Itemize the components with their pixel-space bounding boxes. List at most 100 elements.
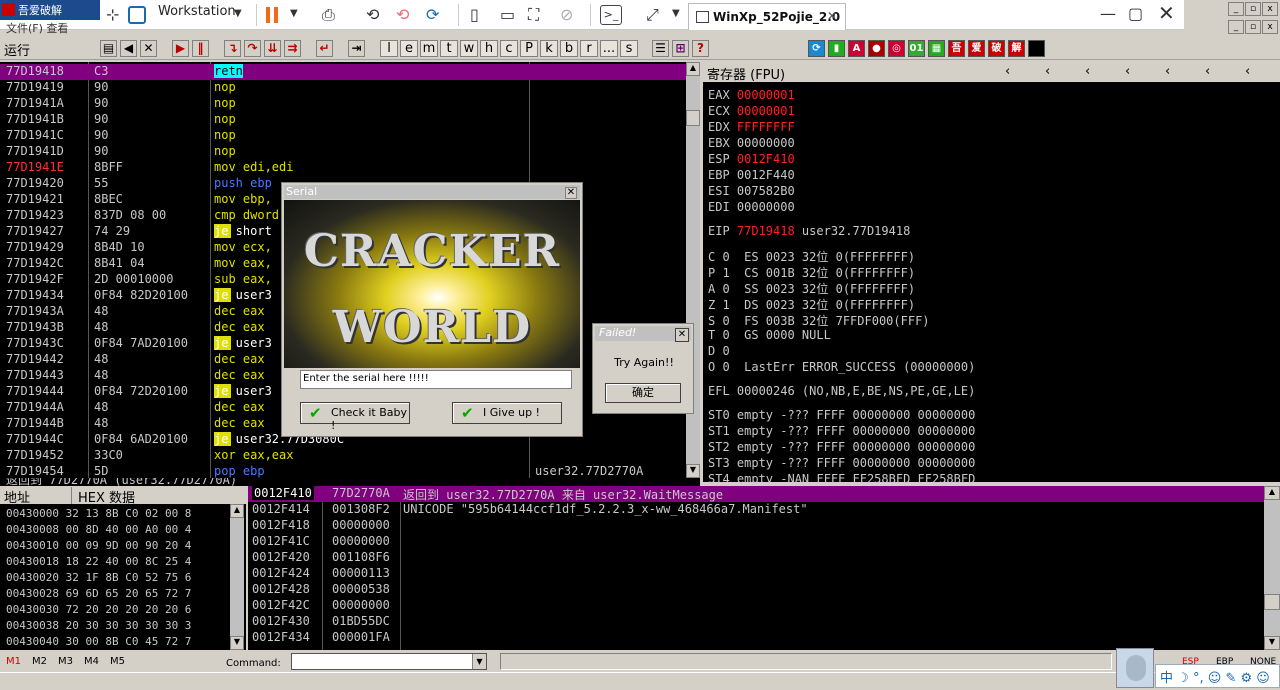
- dump-row[interactable]: 00430038 20 30 30 30 30 30 3: [6, 619, 191, 632]
- patches-button[interactable]: P: [520, 40, 538, 57]
- target-icon[interactable]: ◎: [888, 40, 905, 57]
- disasm-row[interactable]: 77D1941D 90 nop: [0, 144, 686, 160]
- black-button[interactable]: [1028, 40, 1045, 57]
- handles-button[interactable]: h: [480, 40, 498, 57]
- register-row[interactable]: ST2 empty -??? FFFF 00000000 00000000: [708, 440, 975, 454]
- close-icon[interactable]: ✕: [827, 9, 837, 23]
- register-row[interactable]: EAX 00000001: [708, 88, 795, 102]
- menu-view[interactable]: 查看: [46, 22, 68, 35]
- qq-avatar[interactable]: [1116, 648, 1154, 688]
- stack-row[interactable]: 0012F428 00000538: [248, 582, 1264, 598]
- chevron-left-icon[interactable]: ‹: [1045, 64, 1050, 79]
- scroll-down-icon[interactable]: ▼: [230, 636, 244, 650]
- disasm-row[interactable]: 77D19454 5D pop ebp user32.77D2770A: [0, 464, 686, 478]
- register-row[interactable]: A 0 SS 0023 32位 0(FFFFFFFF): [708, 280, 915, 297]
- run-icon[interactable]: ▶: [172, 40, 189, 57]
- hex-column-header[interactable]: HEX 数据: [78, 487, 135, 506]
- minimize-icon[interactable]: —: [1100, 4, 1116, 23]
- stack-row[interactable]: 0012F410 77D2770A 返回到 user32.77D2770A 来自 u…: [248, 486, 1264, 502]
- registers-pane[interactable]: 寄存器 (FPU) ‹ ‹ ‹ ‹ ‹ ‹ ‹ EAX 00000001 ECX …: [700, 62, 1280, 486]
- chevron-left-icon[interactable]: ‹: [1165, 64, 1170, 79]
- minimize-icon[interactable]: _: [1228, 2, 1244, 16]
- restore-icon[interactable]: ▫: [1245, 20, 1261, 34]
- command-input[interactable]: ▼: [291, 653, 487, 670]
- chevron-left-icon[interactable]: ‹: [1245, 64, 1250, 79]
- serial-input[interactable]: Enter the serial here !!!!!: [300, 370, 572, 389]
- log-window-button[interactable]: l: [380, 40, 398, 57]
- disasm-row[interactable]: 77D1941A 90 nop: [0, 96, 686, 112]
- failed-titlebar[interactable]: Failed! ✕: [595, 326, 691, 342]
- pause-icon[interactable]: [266, 7, 270, 23]
- rewind-icon[interactable]: ◀: [120, 40, 137, 57]
- options-icon[interactable]: ⊞: [672, 40, 689, 57]
- chevron-left-icon[interactable]: ‹: [1205, 64, 1210, 79]
- stack-scrollbar[interactable]: ▲ ▼: [1264, 486, 1280, 650]
- stack-row[interactable]: 0012F430 01BD55DC: [248, 614, 1264, 630]
- send-keys-icon[interactable]: ⎙: [322, 5, 335, 25]
- trace-into-icon[interactable]: ⇊: [264, 40, 281, 57]
- dump-row[interactable]: 00430010 00 09 9D 00 90 20 4: [6, 539, 191, 552]
- disasm-row[interactable]: 77D19418 C3 retn: [0, 64, 686, 80]
- chevron-down-icon[interactable]: ▼: [290, 8, 298, 28]
- unity-icon[interactable]: ⊘: [560, 5, 573, 25]
- register-row[interactable]: ST4 empty -NAN FFFF FF258BFD FF258BFD: [708, 472, 975, 486]
- list-icon[interactable]: ☰: [652, 40, 669, 57]
- cpu-button[interactable]: c: [500, 40, 518, 57]
- workstation-menu[interactable]: Workstation: [158, 4, 236, 19]
- threads-button[interactable]: t: [440, 40, 458, 57]
- trace-over-icon[interactable]: ⇉: [284, 40, 301, 57]
- disassembly-scrollbar[interactable]: ▲ ▼: [686, 62, 700, 478]
- console-view-icon[interactable]: ▭: [500, 5, 515, 25]
- plugin-ai-button[interactable]: 爱: [968, 40, 985, 57]
- punctuation-icon[interactable]: °,: [1193, 671, 1204, 686]
- chevron-down-icon[interactable]: ▼: [234, 8, 242, 28]
- give-up-button[interactable]: ✔ I Give up !: [452, 402, 562, 424]
- pen-icon[interactable]: ✎: [1225, 671, 1236, 686]
- register-row[interactable]: EFL 00000246 (NO,NB,E,BE,NS,PE,GE,LE): [708, 384, 975, 398]
- dump-row[interactable]: 00430000 32 13 8B C0 02 00 8: [6, 507, 191, 520]
- snapshot-icon[interactable]: ⟲: [366, 5, 379, 25]
- binary-icon[interactable]: 01: [908, 40, 925, 57]
- close-icon[interactable]: ✕: [565, 187, 577, 199]
- tab-m5[interactable]: M5: [110, 656, 125, 667]
- register-row[interactable]: S 0 FS 003B 32位 7FFDF000(FFF): [708, 312, 930, 329]
- stack-row[interactable]: 0012F418 00000000: [248, 518, 1264, 534]
- chevron-left-icon[interactable]: ‹: [1085, 64, 1090, 79]
- check-button[interactable]: ✔ Check it Baby !: [300, 402, 410, 432]
- register-row[interactable]: O 0 LastErr ERROR_SUCCESS (00000000): [708, 360, 975, 374]
- disasm-row[interactable]: 77D1941B 90 nop: [0, 112, 686, 128]
- scroll-up-icon[interactable]: ▲: [230, 504, 244, 518]
- address-column-header[interactable]: 地址: [4, 487, 72, 506]
- step-into-icon[interactable]: ↴: [224, 40, 241, 57]
- register-row[interactable]: ESP 0012F410: [708, 152, 795, 166]
- scroll-up-icon[interactable]: ▲: [686, 62, 700, 76]
- register-row[interactable]: T 0 GS 0000 NULL: [708, 328, 831, 342]
- vm-library-icon[interactable]: [128, 6, 146, 24]
- register-row[interactable]: C 0 ES 0023 32位 0(FFFFFFFF): [708, 248, 915, 265]
- close-icon[interactable]: x: [1262, 20, 1278, 34]
- dump-row[interactable]: 00430028 69 6D 65 20 65 72 7: [6, 587, 191, 600]
- register-row[interactable]: EBP 0012F440: [708, 168, 795, 182]
- scroll-up-icon[interactable]: ▲: [1264, 486, 1280, 500]
- plugin-jie-button[interactable]: 解: [1008, 40, 1025, 57]
- modules-button[interactable]: e: [400, 40, 418, 57]
- chevron-left-icon[interactable]: ‹: [1125, 64, 1130, 79]
- stack-row[interactable]: 0012F41C 00000000: [248, 534, 1264, 550]
- register-row[interactable]: EDX FFFFFFFF: [708, 120, 795, 134]
- stack-row[interactable]: 0012F42C 00000000: [248, 598, 1264, 614]
- register-row[interactable]: ECX 00000001: [708, 104, 795, 118]
- disasm-row[interactable]: 77D19419 90 nop: [0, 80, 686, 96]
- minimize-icon[interactable]: _: [1228, 20, 1244, 34]
- stretch-icon[interactable]: ⤢: [646, 5, 659, 25]
- disasm-row[interactable]: 77D1941E 8BFF mov edi,edi: [0, 160, 686, 176]
- register-row[interactable]: D 0: [708, 344, 730, 358]
- dump-row[interactable]: 00430020 32 1F 8B C0 52 75 6: [6, 571, 191, 584]
- tab-m4[interactable]: M4: [84, 656, 99, 667]
- run-trace-button[interactable]: ...: [600, 40, 618, 57]
- help-icon[interactable]: ?: [692, 40, 709, 57]
- references-button[interactable]: r: [580, 40, 598, 57]
- call-stack-button[interactable]: k: [540, 40, 558, 57]
- restore-icon[interactable]: ▫: [1245, 2, 1261, 16]
- windows-button[interactable]: w: [460, 40, 478, 57]
- step-over-icon[interactable]: ↷: [244, 40, 261, 57]
